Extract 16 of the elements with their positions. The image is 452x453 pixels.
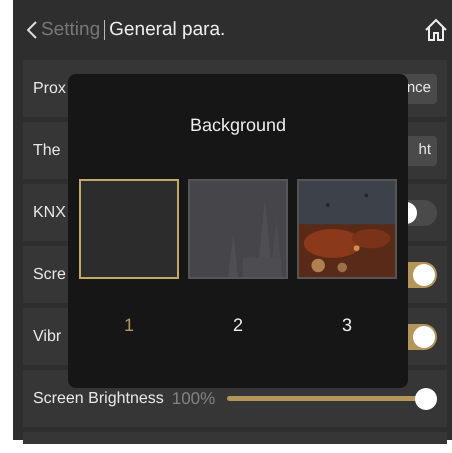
setting-label: The <box>33 140 61 160</box>
setting-label: Prox <box>33 78 66 98</box>
setting-label: Scre <box>33 264 66 284</box>
brightness-reading: 100% <box>172 388 216 410</box>
slider-thumb[interactable] <box>415 388 437 410</box>
home-icon[interactable] <box>424 18 448 42</box>
option-number: 1 <box>124 314 134 337</box>
option-number: 2 <box>232 314 243 337</box>
brightness-slider[interactable] <box>227 388 437 410</box>
setting-label: Screen Brightness <box>33 388 164 408</box>
dialog-title: Background <box>190 114 286 137</box>
page-title: General para. <box>109 18 226 42</box>
setting-label: Vibr <box>33 326 62 346</box>
setting-label: KNX <box>33 202 66 222</box>
back-icon[interactable] <box>27 21 37 39</box>
option-number: 3 <box>342 314 352 337</box>
